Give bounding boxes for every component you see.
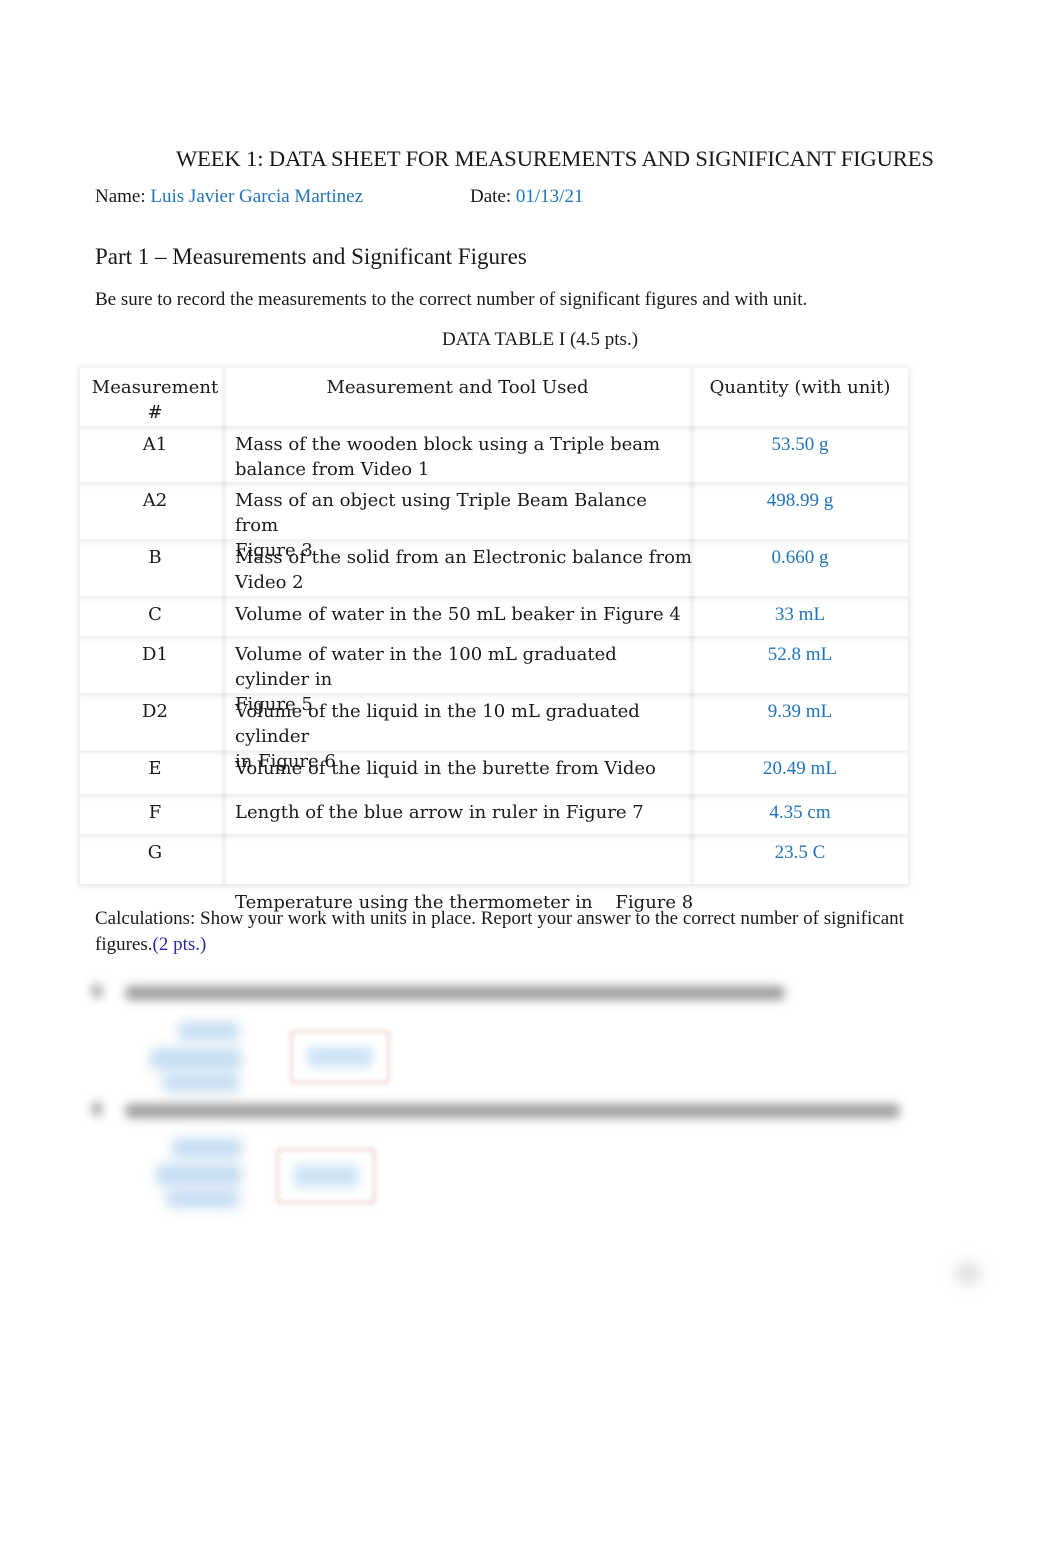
row-desc-line1: Length of the blue arrow in ruler in Fig… [235, 802, 644, 823]
name-value: Luis Javier Garcia Martinez [150, 186, 364, 207]
row-id: F [148, 802, 162, 823]
header-description: Measurement and Tool Used [326, 377, 589, 398]
date-field: Date: 01/13/21 [470, 186, 583, 208]
row-desc-line1: Volume of the liquid in the burette from… [235, 758, 656, 779]
table-row: B Mass of the solid from an Electronic b… [80, 539, 908, 599]
row-desc-line1: Volume of the liquid in the 10 mL gradua… [235, 701, 640, 747]
row-description: Volume of water in the 50 mL beaker in F… [235, 602, 695, 627]
row-quantity: 4.35 cm [769, 802, 831, 823]
obscured-question-number [92, 1102, 106, 1118]
row-id: D2 [142, 701, 168, 722]
table-row: E Volume of the liquid in the burette fr… [80, 750, 908, 797]
row-desc-line2: Video 2 [235, 572, 304, 593]
table-row: D1 Volume of water in the 100 mL graduat… [80, 636, 908, 715]
obscured-question-number [92, 984, 106, 1000]
name-field: Name: Luis Javier Garcia Martinez [95, 186, 363, 208]
data-table: Measurement # Measurement and Tool Used … [80, 368, 908, 913]
row-description: Mass of the solid from an Electronic bal… [235, 545, 695, 595]
row-desc-line2: balance from Video 1 [235, 459, 430, 480]
obscured-answer-box [290, 1030, 390, 1084]
row-quantity: 498.99 g [766, 490, 834, 511]
part1-instruction: Be sure to record the measurements to th… [95, 289, 808, 310]
table-header-row: Measurement # Measurement and Tool Used … [80, 368, 908, 429]
table-row: C Volume of water in the 50 mL beaker in… [80, 596, 908, 639]
row-quantity: 23.5 C [774, 842, 826, 863]
row-desc-line1: Volume of water in the 50 mL beaker in F… [235, 604, 681, 625]
obscured-work-line [178, 1022, 240, 1040]
row-desc-line1: Mass of the wooden block using a Triple … [235, 434, 661, 455]
header-quantity: Quantity (with unit) [709, 377, 891, 398]
row-quantity: 33 mL [774, 604, 826, 625]
table-row: A2 Mass of an object using Triple Beam B… [80, 482, 908, 561]
obscured-work-line [156, 1164, 242, 1186]
row-quantity: 9.39 mL [767, 701, 833, 722]
table-caption: DATA TABLE I (4.5 pts.) [441, 329, 639, 350]
obscured-work-line [162, 1074, 240, 1092]
row-desc-line1: Mass of an object using Triple Beam Bala… [235, 490, 647, 536]
header-id-line2: # [147, 402, 163, 423]
row-id: B [148, 547, 162, 568]
row-id: E [148, 758, 162, 779]
row-description: Mass of the wooden block using a Triple … [235, 432, 695, 482]
table-row: A1 Mass of the wooden block using a Trip… [80, 426, 908, 485]
name-label: Name: [95, 186, 146, 207]
obscured-question-text [125, 986, 785, 1000]
document-title: WEEK 1: DATA SHEET FOR MEASUREMENTS AND … [176, 146, 934, 171]
table-row: F Length of the blue arrow in ruler in F… [80, 794, 908, 837]
row-id: D1 [142, 644, 168, 665]
part1-heading: Part 1 – Measurements and Significant Fi… [95, 244, 527, 269]
date-value: 01/13/21 [515, 186, 584, 207]
row-description: Length of the blue arrow in ruler in Fig… [235, 800, 695, 825]
row-id: A2 [142, 490, 168, 511]
row-quantity: 0.660 g [771, 547, 829, 568]
obscured-work-line [166, 1190, 240, 1208]
table-row: D2 Volume of the liquid in the 10 mL gra… [80, 693, 908, 772]
row-description: Volume of the liquid in the burette from… [235, 756, 695, 781]
row-quantity: 20.49 mL [763, 758, 837, 779]
calculations-text: Calculations: Show your work with units … [95, 908, 904, 955]
calculations-instructions: Calculations: Show your work with units … [95, 906, 915, 958]
row-id: A1 [142, 434, 168, 455]
row-quantity: 53.50 g [771, 434, 829, 455]
row-desc-line1: Mass of the solid from an Electronic bal… [235, 547, 692, 568]
calculations-points: (2 pts.) [152, 934, 207, 955]
obscured-work-line [172, 1138, 242, 1158]
row-quantity: 52.8 mL [767, 644, 833, 665]
row-desc-line1: Volume of water in the 100 mL graduated … [235, 644, 617, 690]
obscured-page-number [955, 1262, 981, 1284]
table-row: G Temperature using the thermometer in F… [80, 834, 908, 913]
obscured-question-text [125, 1104, 900, 1118]
obscured-work-line [150, 1048, 242, 1070]
header-measurement-number: Measurement # [80, 375, 230, 425]
row-id: C [148, 604, 162, 625]
row-id: G [147, 842, 163, 863]
header-id-line1: Measurement [91, 377, 219, 398]
date-label: Date: [470, 186, 512, 207]
obscured-answer-box [276, 1148, 376, 1204]
